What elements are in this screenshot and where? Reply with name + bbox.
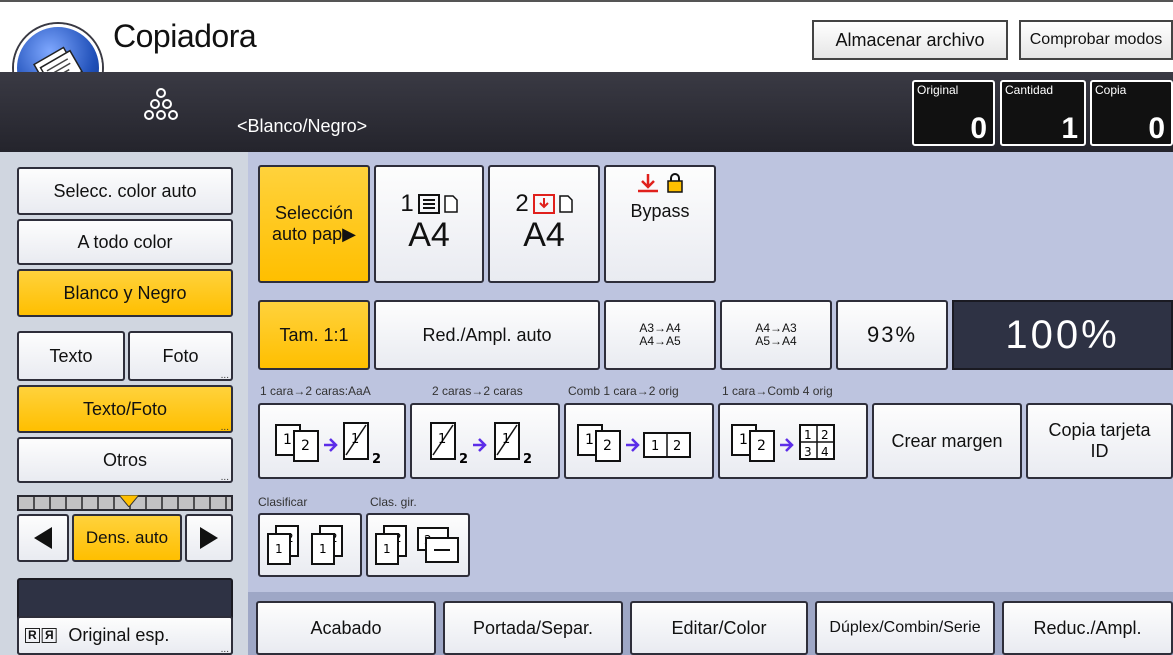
special-original-label: Original esp. xyxy=(68,625,170,646)
density-lighter-button[interactable] xyxy=(17,514,69,562)
svg-text:2: 2 xyxy=(821,428,829,442)
text-button[interactable]: Texto xyxy=(17,331,125,381)
density-darker-button[interactable] xyxy=(185,514,233,562)
svg-text:3: 3 xyxy=(804,445,812,459)
tab-cover-slip[interactable]: Portada/Separ. xyxy=(443,601,623,655)
svg-text:2: 2 xyxy=(301,438,310,454)
auto-reduce-enlarge-button[interactable]: Red./Ampl. auto xyxy=(374,300,600,370)
combine-two-originals-button[interactable]: 1 2 12 xyxy=(564,403,714,479)
color-mode-label: <Blanco/Negro> xyxy=(237,116,368,136)
tab-finishing[interactable]: Acabado xyxy=(256,601,436,655)
duplex-label-4: 1 cara→Comb 4 orig xyxy=(722,384,833,398)
svg-text:1: 1 xyxy=(283,432,292,448)
job-dots-icon xyxy=(144,88,178,120)
rotate-sort-label: Clas. gir. xyxy=(370,495,417,509)
auto-paper-select-button[interactable]: Selección auto pap▶ xyxy=(258,165,370,283)
svg-text:2: 2 xyxy=(757,438,766,454)
sort-icon: 2 1 2 1 xyxy=(267,525,343,565)
one-to-two-sided-icon: 1 2 12 xyxy=(275,422,381,467)
svg-text:4: 4 xyxy=(821,445,829,459)
svg-text:1: 1 xyxy=(319,542,327,556)
tray-1-number: 1 xyxy=(400,190,414,218)
tray-arrow-icon xyxy=(532,194,555,214)
full-color-button[interactable]: A todo color xyxy=(17,219,233,265)
svg-text:1: 1 xyxy=(351,432,359,447)
preset-enlarge-line-2: A5→A4 xyxy=(755,334,797,348)
tray-2-button[interactable]: 2 A4 xyxy=(488,165,600,283)
svg-text:1: 1 xyxy=(502,432,510,447)
ratio-93-button[interactable]: 93% xyxy=(836,300,948,370)
svg-text:2: 2 xyxy=(603,438,612,454)
duplex-label-3: Comb 1 cara→2 orig xyxy=(568,384,679,398)
check-modes-button[interactable]: Comprobar modos xyxy=(1019,20,1173,60)
bypass-button[interactable]: Bypass xyxy=(604,165,716,283)
id-card-copy-button[interactable]: Copia tarjeta ID xyxy=(1026,403,1173,479)
tray-1-size: A4 xyxy=(408,215,450,254)
one-to-two-sided-button[interactable]: 1 2 12 xyxy=(258,403,406,479)
svg-text:1: 1 xyxy=(585,432,594,448)
lock-icon xyxy=(667,173,683,193)
photo-button[interactable]: Foto xyxy=(128,331,233,381)
svg-text:1: 1 xyxy=(651,439,659,454)
tab-reduce-enlarge[interactable]: Reduc./Ampl. xyxy=(1002,601,1173,655)
svg-text:2: 2 xyxy=(523,452,532,467)
density-pointer-icon xyxy=(119,495,139,507)
auto-color-button[interactable]: Selecc. color auto xyxy=(17,167,233,215)
tab-duplex-combine-series[interactable]: Dúplex/Combin/Serie xyxy=(815,601,995,655)
sort-button[interactable]: 2 1 2 1 xyxy=(258,513,362,577)
combine-four-originals-button[interactable]: 1 2 12 34 xyxy=(718,403,868,479)
rotate-sort-icon: 2 1 2 xyxy=(375,525,459,565)
svg-text:1: 1 xyxy=(438,432,446,447)
svg-text:1: 1 xyxy=(383,542,391,556)
copies-counter: Copia 0 xyxy=(1090,80,1173,146)
quantity-counter: Cantidad 1 xyxy=(1000,80,1086,146)
bypass-arrow-icon xyxy=(638,174,658,193)
tray-1-button[interactable]: 1 A4 xyxy=(374,165,484,283)
special-original-icon-mirror: R xyxy=(41,627,57,644)
tab-edit-color[interactable]: Editar/Color xyxy=(630,601,808,655)
duplex-label-1: 1 cara→2 caras:AaA xyxy=(260,384,371,398)
portrait-paper-icon xyxy=(558,195,573,213)
special-original-icon: R xyxy=(25,627,40,644)
original-counter: Original 0 xyxy=(912,80,995,146)
create-margin-button[interactable]: Crear margen xyxy=(872,403,1022,479)
svg-text:1: 1 xyxy=(739,432,748,448)
tray-2-size: A4 xyxy=(523,215,565,254)
tray-2-number: 2 xyxy=(515,190,529,218)
density-auto-button[interactable]: Dens. auto xyxy=(72,514,182,562)
density-scale xyxy=(17,495,233,511)
two-to-two-sided-button[interactable]: 12 12 xyxy=(410,403,560,479)
other-button[interactable]: Otros xyxy=(17,437,233,483)
svg-text:2: 2 xyxy=(673,439,681,454)
tray-stack-icon xyxy=(417,194,440,214)
current-ratio-display: 100% xyxy=(952,300,1173,370)
left-arrow-icon xyxy=(34,527,52,549)
rotate-sort-button[interactable]: 2 1 2 xyxy=(366,513,470,577)
black-white-button[interactable]: Blanco y Negro xyxy=(17,269,233,317)
svg-text:1: 1 xyxy=(804,428,812,442)
page-title: Copiadora xyxy=(113,18,257,54)
preset-enlarge-button[interactable]: A4→A3 A5→A4 xyxy=(720,300,832,370)
svg-text:1: 1 xyxy=(275,542,283,556)
preset-reduce-line-2: A4→A5 xyxy=(639,334,681,348)
duplex-label-2: 2 caras→2 caras xyxy=(432,384,523,398)
svg-text:2: 2 xyxy=(372,452,381,467)
preset-reduce-button[interactable]: A3→A4 A4→A5 xyxy=(604,300,716,370)
full-size-button[interactable]: Tam. 1:1 xyxy=(258,300,370,370)
svg-text:2: 2 xyxy=(459,452,468,467)
combine-four-icon: 1 2 12 34 xyxy=(731,424,835,462)
two-to-two-sided-icon: 12 12 xyxy=(430,422,532,467)
sort-label: Clasificar xyxy=(258,495,308,509)
right-arrow-icon xyxy=(200,527,218,549)
combine-two-icon: 1 2 12 xyxy=(577,424,691,462)
special-original-button[interactable]: R R Original esp. xyxy=(17,616,233,655)
text-photo-button[interactable]: Texto/Foto xyxy=(17,385,233,433)
current-ratio-value: 100% xyxy=(1005,312,1120,357)
store-file-button[interactable]: Almacenar archivo xyxy=(812,20,1008,60)
bypass-label: Bypass xyxy=(630,201,690,221)
portrait-paper-icon xyxy=(443,195,458,213)
